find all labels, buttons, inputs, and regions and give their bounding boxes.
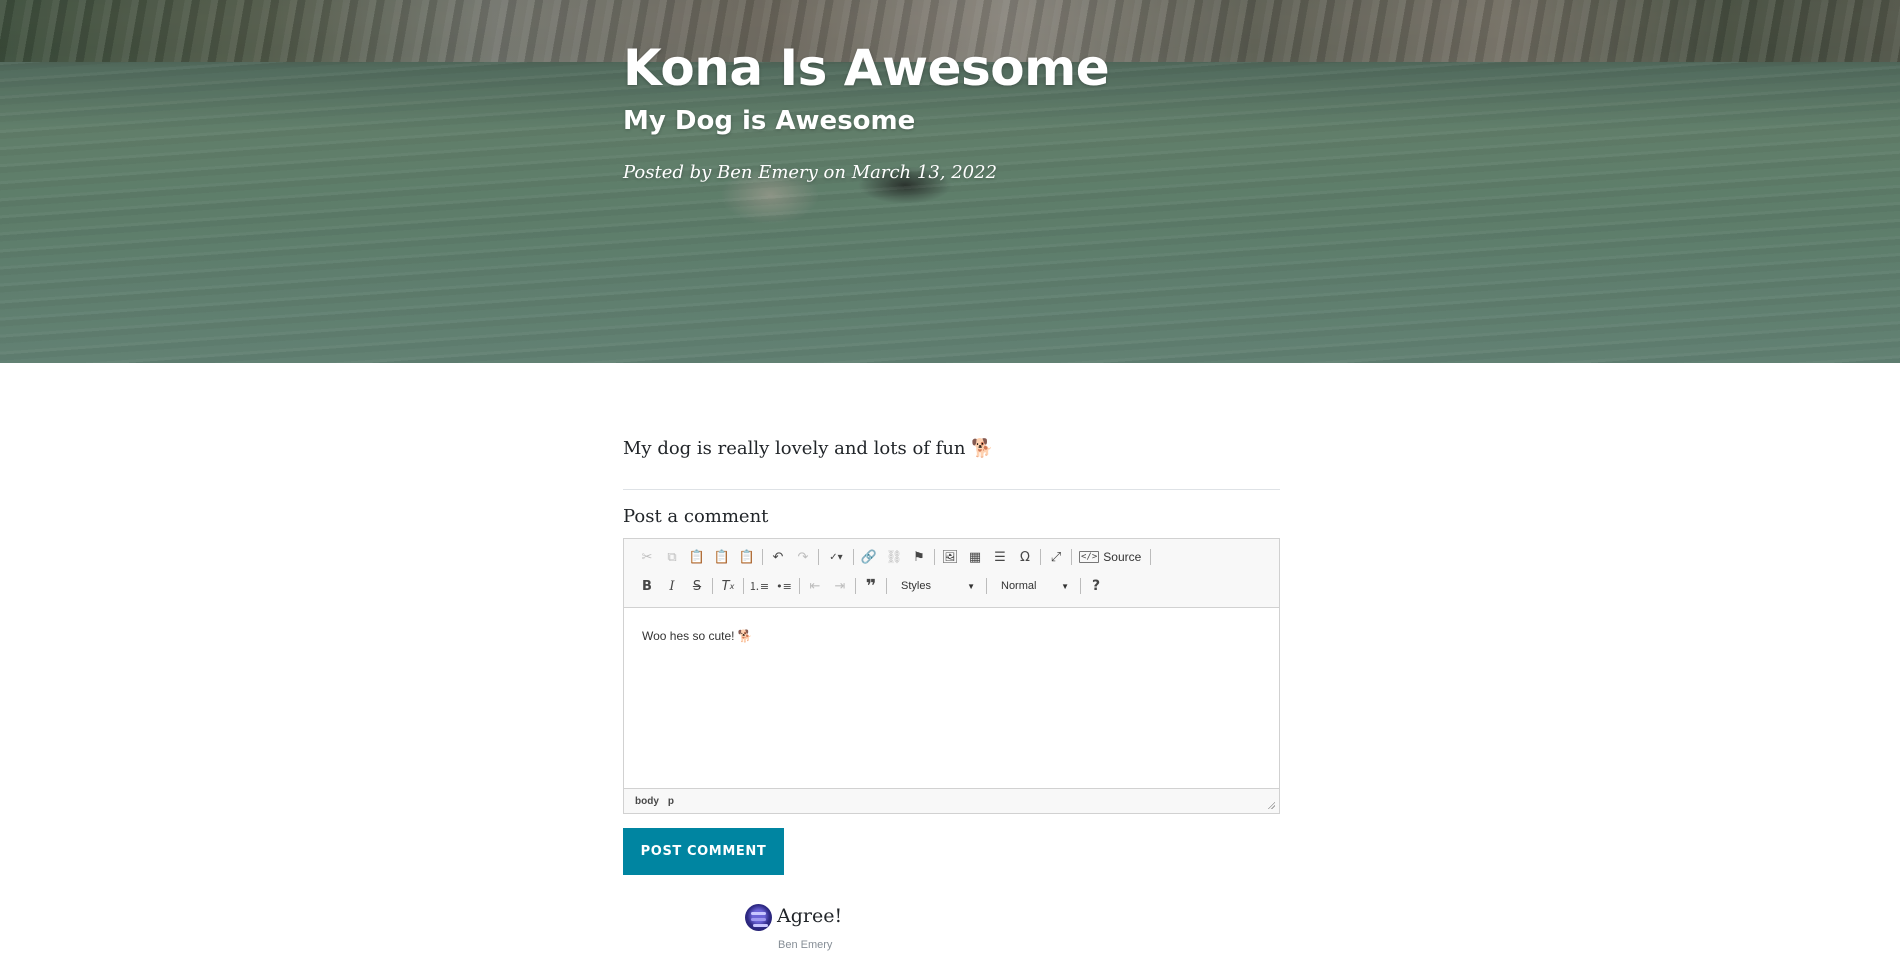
toolbar-separator [743,578,744,594]
comment-editor: ✂ ⧉ 📋 📋 📋 ↶ ↷ ✓▾ 🔗 ⛓ ⚑ 🖼 ▦ ☰ Ω ⤢ </> Sou [623,538,1280,814]
blockquote-icon[interactable]: ❞ [860,575,882,597]
toolbar-separator [934,549,935,565]
divider [623,489,1280,490]
anchor-flag-icon[interactable]: ⚑ [908,546,930,568]
editor-element-path: body p [624,788,1279,813]
toolbar-separator [762,549,763,565]
toolbar-separator [855,578,856,594]
toolbar-separator [886,578,887,594]
toolbar-separator [1150,549,1152,565]
maximize-icon[interactable]: ⤢ [1045,546,1067,568]
post-title: Kona Is Awesome [623,39,1110,97]
editor-text[interactable]: Woo hes so cute! 🐕 [642,628,753,644]
format-dropdown-label: Normal [1001,580,1037,592]
source-label: Source [1103,550,1142,564]
undo-icon[interactable]: ↶ [767,546,789,568]
increase-indent-icon[interactable]: ⇥ [829,575,851,597]
toolbar-separator [853,549,854,565]
toolbar-separator [712,578,713,594]
paste-from-word-icon[interactable]: 📋 [736,546,758,568]
styles-dropdown[interactable]: Styles ▼ [891,575,981,597]
format-dropdown[interactable]: Normal ▼ [991,575,1075,597]
resize-handle-icon[interactable] [1267,801,1275,809]
link-icon[interactable]: 🔗 [858,546,880,568]
source-button[interactable]: </> Source [1076,546,1146,568]
editor-toolbar: ✂ ⧉ 📋 📋 📋 ↶ ↷ ✓▾ 🔗 ⛓ ⚑ 🖼 ▦ ☰ Ω ⤢ </> Sou [624,539,1279,608]
path-item-body[interactable]: body [635,796,659,807]
paste-icon[interactable]: 📋 [686,546,708,568]
unlink-icon[interactable]: ⛓ [883,546,905,568]
toolbar-separator [1080,578,1081,594]
toolbar-separator [1040,549,1041,565]
special-character-icon[interactable]: Ω [1014,546,1036,568]
styles-dropdown-label: Styles [901,580,931,592]
post-meta: Posted by Ben Emery on March 13, 2022 [623,162,998,183]
chevron-down-icon: ▼ [1061,581,1069,591]
toolbar-separator [986,578,987,594]
copy-icon[interactable]: ⧉ [661,546,683,568]
chevron-down-icon: ▼ [967,581,975,591]
toolbar-separator [799,578,800,594]
horizontal-line-icon[interactable]: ☰ [989,546,1011,568]
bold-icon[interactable]: B [636,575,658,597]
image-icon[interactable]: 🖼 [939,546,961,568]
post-body: My dog is really lovely and lots of fun … [623,438,994,459]
bulleted-list-icon[interactable]: •≡ [773,575,795,597]
post-header: Kona Is Awesome My Dog is Awesome Posted… [0,0,1900,363]
help-icon[interactable]: ? [1085,575,1107,597]
toolbar-row-2: B I S Tx ⒈≡ •≡ ⇤ ⇥ ❞ Styles ▼ Normal ▼ ? [636,573,1110,599]
toolbar-row-1: ✂ ⧉ 📋 📋 📋 ↶ ↷ ✓▾ 🔗 ⛓ ⚑ 🖼 ▦ ☰ Ω ⤢ </> Sou [636,544,1155,570]
paste-text-icon[interactable]: 📋 [711,546,733,568]
post-subtitle: My Dog is Awesome [623,106,916,136]
remove-format-icon[interactable]: Tx [717,575,739,597]
decrease-indent-icon[interactable]: ⇤ [804,575,826,597]
comment-text: Agree! [777,905,843,927]
comment-author: Ben Emery [778,939,833,951]
toolbar-separator [818,549,819,565]
path-item-p[interactable]: p [668,796,674,807]
strikethrough-icon[interactable]: S [686,575,708,597]
table-icon[interactable]: ▦ [964,546,986,568]
italic-icon[interactable]: I [661,575,683,597]
source-icon: </> [1079,551,1100,563]
comment-item: Agree! Ben Emery [745,903,945,955]
redo-icon[interactable]: ↷ [792,546,814,568]
numbered-list-icon[interactable]: ⒈≡ [748,575,770,597]
editor-content-area[interactable]: Woo hes so cute! 🐕 [624,608,1279,788]
post-comment-button[interactable]: POST COMMENT [623,828,784,875]
comment-form-heading: Post a comment [623,506,769,527]
avatar [745,904,772,931]
spellcheck-icon[interactable]: ✓▾ [823,546,849,568]
cut-icon[interactable]: ✂ [636,546,658,568]
toolbar-separator [1071,549,1072,565]
